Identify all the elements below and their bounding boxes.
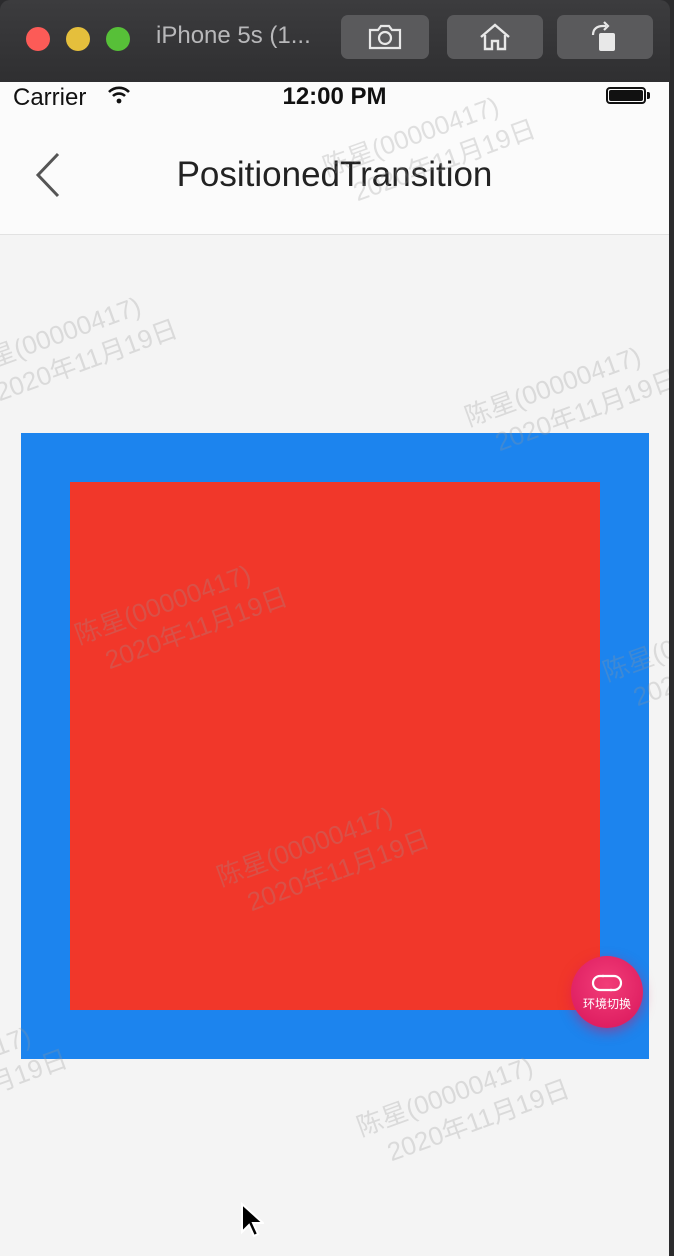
navigation-bar: PositionedTransition	[0, 112, 669, 235]
home-icon	[480, 23, 510, 51]
close-window-button[interactable]	[26, 27, 50, 51]
battery-icon	[606, 87, 646, 104]
environment-switch-label: 环境切换	[582, 996, 631, 1011]
mouse-pointer-icon	[241, 1202, 264, 1238]
battery-tip	[647, 92, 650, 99]
status-time: 12:00 PM	[282, 83, 387, 110]
camera-icon	[368, 24, 402, 50]
page-title: PositionedTransition	[176, 155, 493, 194]
positioned-transition-box	[70, 482, 600, 1010]
minimize-window-button[interactable]	[66, 27, 90, 51]
screenshot-button[interactable]	[341, 15, 429, 59]
positioned-container	[21, 433, 649, 1059]
content-area: 环境切换	[0, 235, 669, 1256]
switch-icon	[591, 974, 623, 991]
zoom-window-button[interactable]	[106, 27, 130, 51]
rotate-icon	[591, 21, 615, 51]
rotate-button[interactable]	[557, 15, 653, 59]
environment-switch-button[interactable]: 环境切换	[571, 956, 643, 1028]
window-title: iPhone 5s (1...	[156, 22, 311, 49]
status-bar: Carrier 12:00 PM	[0, 82, 669, 112]
home-button[interactable]	[447, 15, 543, 59]
device-screen: Carrier 12:00 PM PositionedTransition 环境…	[0, 82, 669, 1256]
simulator-titlebar: iPhone 5s (1...	[0, 0, 670, 82]
